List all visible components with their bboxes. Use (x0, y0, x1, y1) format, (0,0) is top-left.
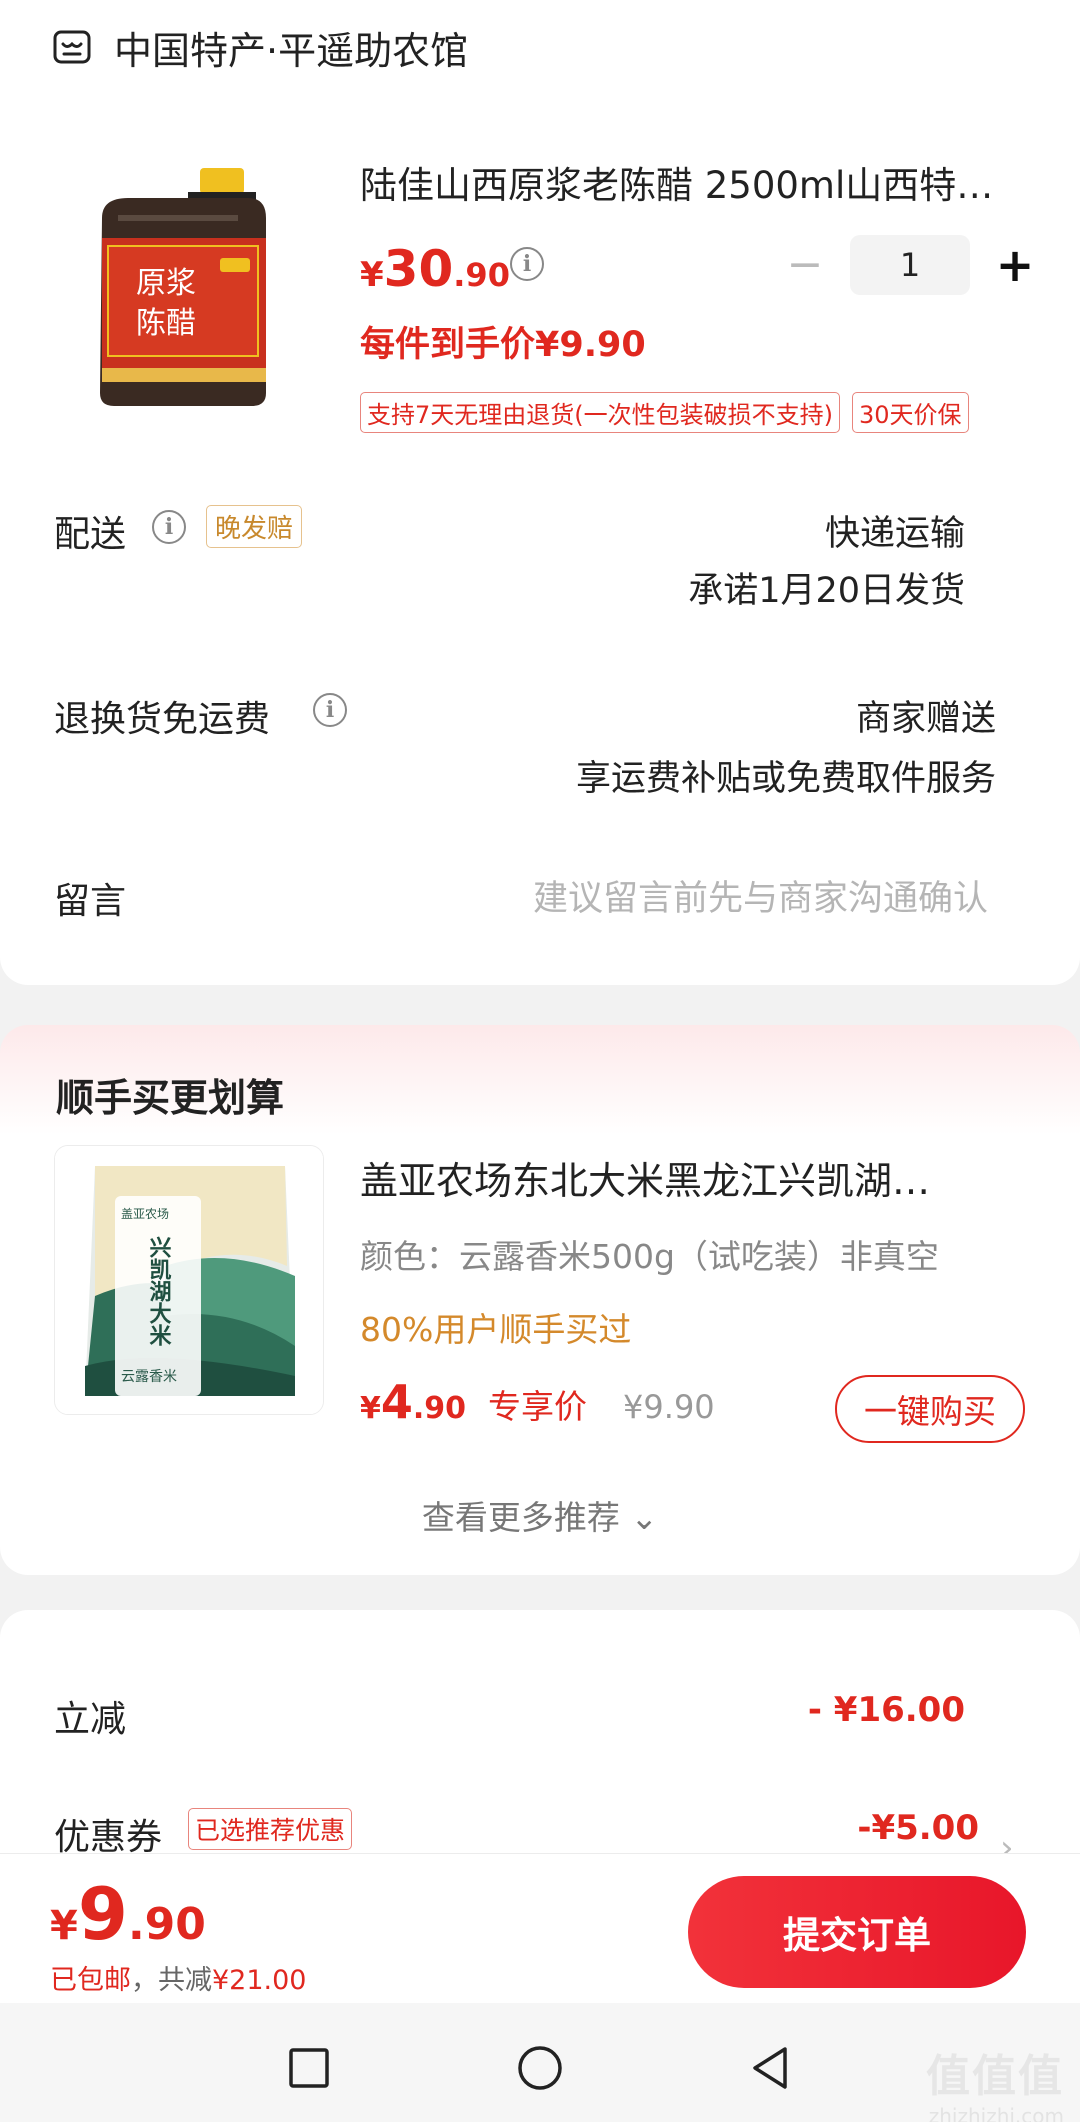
quantity-value[interactable]: 1 (850, 235, 970, 295)
recommend-image-title: 兴凯湖大米 (146, 1236, 172, 1346)
return-shipping-label: 退换货免运费 (54, 699, 271, 740)
home-circle-icon[interactable] (515, 2043, 565, 2093)
recommend-product-spec[interactable]: 颜色：云露香米500g（试吃装）非真空 (360, 1230, 939, 1278)
return-shipping-value: 商家赠送 (855, 699, 996, 739)
coupon-value[interactable]: -¥5.00 (857, 1808, 979, 1848)
return-policy-tag: 支持7天无理由退货(一次性包装破损不支持) (360, 392, 840, 433)
recommend-price-decimal: .90 (412, 1391, 467, 1426)
recommend-product-name[interactable]: 盖亚农场东北大米黑龙江兴凯湖… (360, 1150, 1010, 1205)
submit-order-button[interactable]: 提交订单 (688, 1876, 1026, 1988)
product-image-label-bottom: 陈醋 (136, 306, 196, 341)
total-decimal: .90 (127, 1899, 206, 1950)
watermark-logo: 值值值 (926, 2051, 1064, 2102)
quantity-stepper: − 1 + (780, 235, 1040, 295)
price-protection-tag: 30天价保 (852, 392, 969, 433)
coupon-tag: 已选推荐优惠 (188, 1808, 353, 1850)
product-image-label-top: 原浆 (136, 266, 196, 301)
price-info-icon[interactable]: i (510, 247, 544, 281)
product-title[interactable]: 陆佳山西原浆老陈醋 2500ml山西特… (360, 155, 1010, 209)
discount-value: - ¥16.00 (807, 1690, 965, 1730)
more-recommendations-link[interactable]: 查看更多推荐 ⌄ (0, 1491, 1080, 1539)
store-icon (53, 30, 91, 64)
product-price: ¥ 30 .90 (360, 240, 510, 300)
saved-amount: ¥21.00 (212, 1965, 307, 1996)
discount-label: 立减 (54, 1699, 127, 1740)
message-input[interactable]: 建议留言前先与商家沟通确认 (533, 870, 988, 921)
shop-name: 中国特产·平遥助农馆 (114, 28, 469, 73)
free-shipping-text: 已包邮 (50, 1965, 131, 1996)
total-integer: 9 (77, 1872, 128, 1956)
recommend-image-sub: 云露香米 (121, 1369, 177, 1385)
total-currency: ¥ (50, 1903, 78, 1949)
increase-button[interactable]: + (990, 242, 1040, 288)
back-triangle-icon[interactable] (745, 2043, 795, 2093)
exclusive-price-label: 专享价 (488, 1387, 588, 1426)
system-nav-bar (0, 2003, 1080, 2122)
delivery-promise: 承诺1月20日发货 (688, 571, 965, 611)
saved-label: ，共减 (131, 1965, 212, 1996)
decrease-button[interactable]: − (780, 243, 830, 287)
recommend-price: ¥ 4 .90 专享价 ¥9.90 (360, 1375, 715, 1429)
price-currency: ¥ (360, 255, 384, 295)
delivery-info-icon[interactable]: i (152, 510, 186, 544)
recents-square-icon[interactable] (284, 2043, 334, 2093)
recommend-price-currency: ¥ (360, 1391, 381, 1426)
total-subtext: 已包邮，共减¥21.00 (50, 1958, 306, 1997)
message-label: 留言 (54, 881, 127, 922)
order-product-card: 中国特产·平遥助农馆 原浆 陈醋 陆佳山西原浆老陈醋 2500ml山西特… ¥ … (0, 0, 1080, 985)
checkout-bar: ¥ 9 .90 已包邮，共减¥21.00 提交订单 (0, 1853, 1080, 2003)
recommend-image-brand: 盖亚农场 (121, 1207, 169, 1221)
price-decimal: .90 (453, 256, 510, 294)
total-price: ¥ 9 .90 (50, 1872, 206, 1956)
delivery-label: 配送 (54, 514, 127, 555)
recommend-product-image[interactable]: 盖亚农场 兴凯湖大米 云露香米 (54, 1145, 324, 1415)
watermark-url: zhizhizhi.com (928, 2104, 1064, 2122)
recommend-price-integer: 4 (380, 1375, 413, 1429)
price-summary-card: 立减 - ¥16.00 优惠券 已选推荐优惠 -¥5.00 › (0, 1610, 1080, 1868)
original-price: ¥9.90 (623, 1388, 715, 1426)
service-tags: 支持7天无理由退货(一次性包装破损不支持) 30天价保 (360, 392, 969, 433)
shop-header[interactable]: 中国特产·平遥助农馆 (52, 22, 469, 73)
recommendation-title: 顺手买更划算 (56, 1076, 285, 1120)
watermark: 值值值 zhizhizhi.com (926, 2040, 1064, 2122)
late-compensation-tag: 晚发赔 (206, 505, 303, 548)
one-click-buy-button[interactable]: 一键购买 (835, 1375, 1025, 1443)
delivery-method: 快递运输 (824, 514, 965, 554)
price-integer: 30 (383, 240, 454, 298)
return-shipping-detail: 享运费补贴或免费取件服务 (575, 759, 996, 799)
return-shipping-info-icon[interactable]: i (313, 693, 347, 727)
recommendation-card: 顺手买更划算 盖亚农场 兴凯湖大米 云露香米 盖亚农场东北大米黑龙江兴凯湖… 颜… (0, 1025, 1080, 1575)
recommend-bought-rate: 80%用户顺手买过 (360, 1310, 632, 1349)
product-image[interactable]: 原浆 陈醋 (88, 168, 278, 408)
deal-price: 每件到手价¥9.90 (360, 325, 646, 365)
